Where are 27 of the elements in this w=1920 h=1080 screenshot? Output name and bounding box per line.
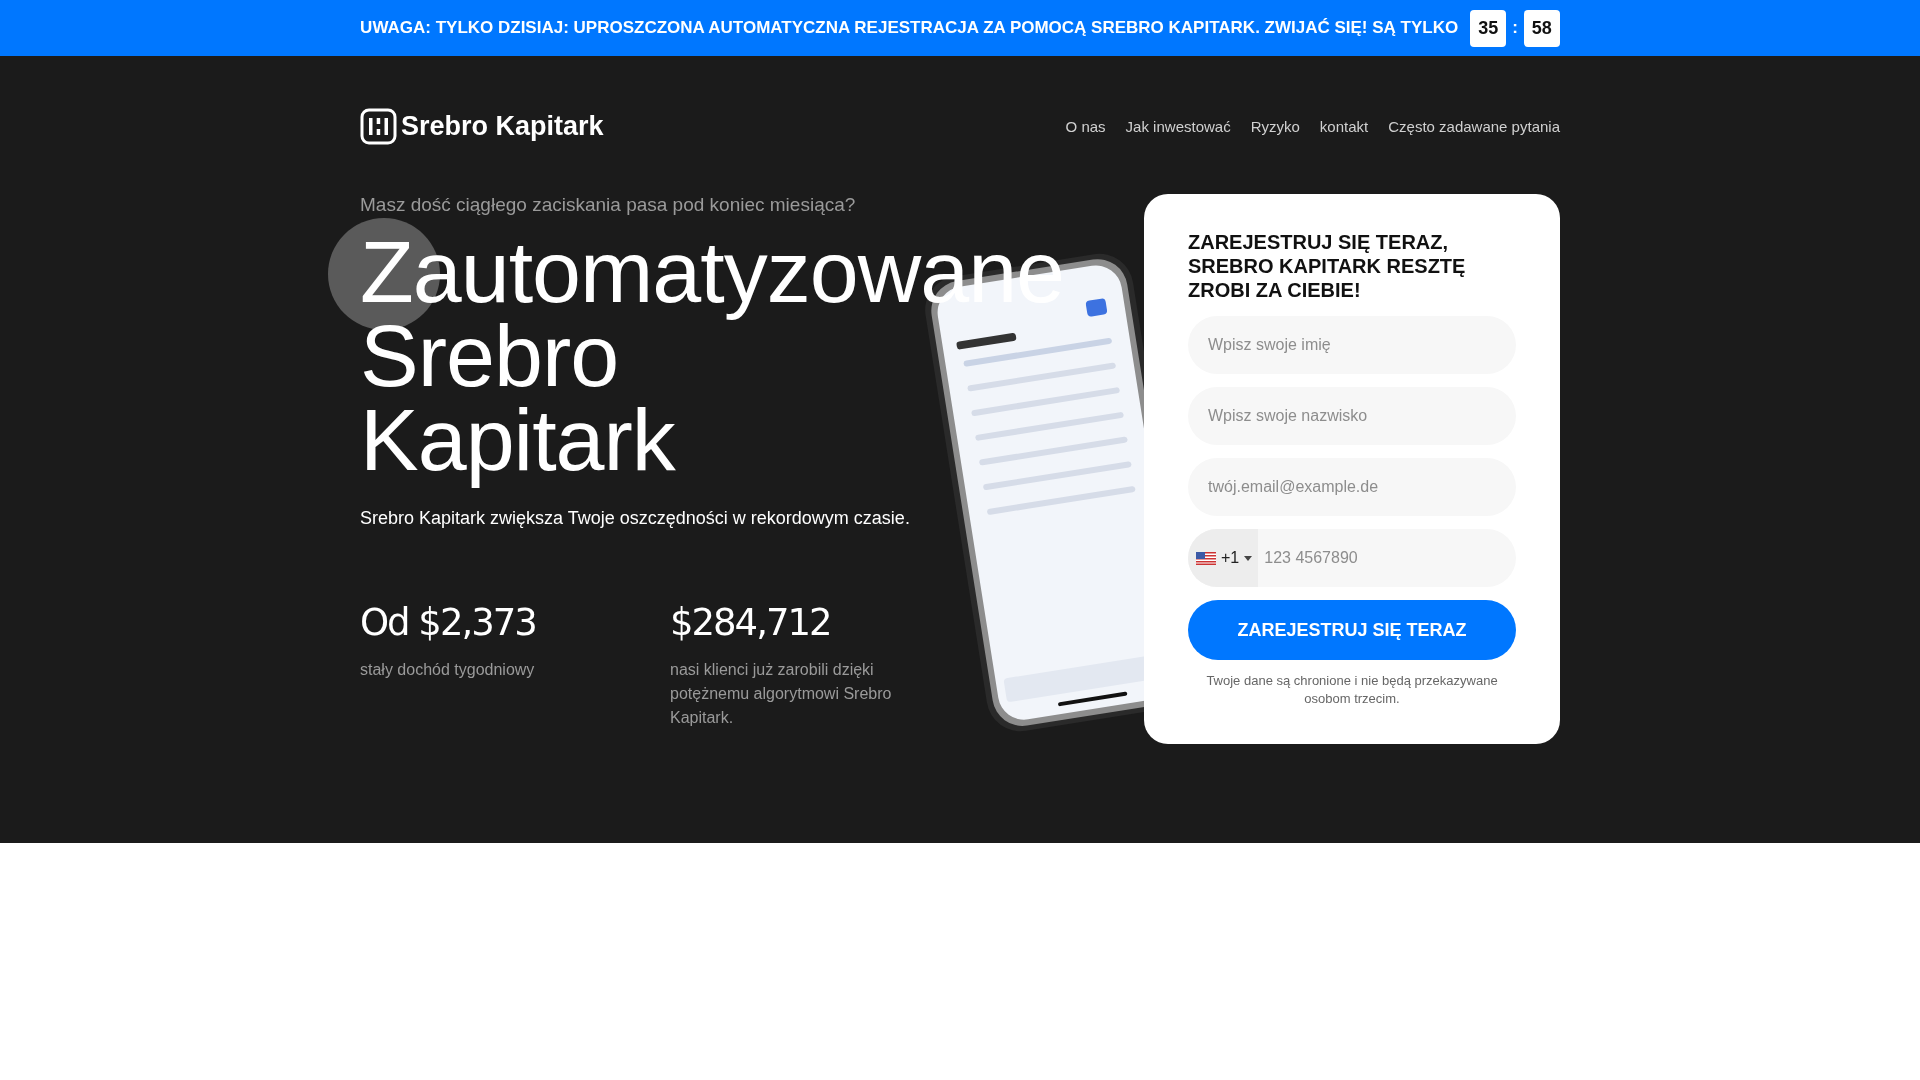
- caret-icon: [1244, 555, 1253, 561]
- countdown-digit: 58: [1523, 9, 1560, 47]
- phone-field[interactable]: +1 123 4567890: [1188, 529, 1516, 587]
- text-field[interactable]: Wpisz swoje nazwisko: [1188, 387, 1516, 445]
- nav-link[interactable]: kontakt: [1319, 117, 1369, 135]
- announcement-text: UWAGA: TYLKO DZISIAJ: UPROSZCZONA AUTOMATYCZNA REJESTRACJA ZA POMOCĄ SREBRO KAPITARK. ZWIJAĆ SIĘ! SĄ TYLKO: [360, 18, 1459, 38]
- logo-icon: [360, 107, 397, 145]
- nav-link[interactable]: Jak inwestować: [1125, 117, 1231, 135]
- form-title: ZAREJESTRUJ SIĘ TERAZ, SREBRO KAPITARK RESZTĘ ZROBI ZA CIEBIE!: [1188, 230, 1467, 302]
- country-code-dropdown[interactable]: +1: [1188, 529, 1259, 587]
- stat-caption: nasi klienci już zarobili dzięki potężnemu algorytmowi Srebro Kapitark.: [670, 660, 893, 728]
- text-field[interactable]: Wpisz swoje imię: [1188, 316, 1516, 374]
- hero-eyebrow: Masz dość ciągłego zaciskania pasa pod koniec miesiąca?: [360, 194, 857, 216]
- nav-link[interactable]: Często zadawane pytania: [1388, 117, 1560, 135]
- privacy-note: Twoje dane są chronione i nie będą przekazywane osobom trzecim.: [1205, 672, 1499, 708]
- nav-link[interactable]: Ryzyko: [1250, 117, 1300, 135]
- logo[interactable]: Srebro Kapitark: [360, 107, 604, 145]
- submit-button[interactable]: ZAREJESTRUJ SIĘ TERAZ: [1188, 600, 1516, 660]
- text-field[interactable]: twój.email@example.de: [1188, 458, 1516, 516]
- stat-value: Od $2,373: [360, 601, 537, 644]
- nav-link[interactable]: O nas: [1065, 117, 1106, 135]
- countdown-digit: 35: [1470, 9, 1507, 47]
- timer-separator: :: [1512, 18, 1518, 38]
- hero-lead: Srebro Kapitark zwiększa Twoje oszczędności w rekordowym czasie.: [360, 508, 911, 529]
- flag-icon: [1196, 551, 1216, 565]
- stat-value: $284,712: [670, 601, 832, 644]
- stat-caption: stały dochód tygodniowy: [360, 660, 536, 680]
